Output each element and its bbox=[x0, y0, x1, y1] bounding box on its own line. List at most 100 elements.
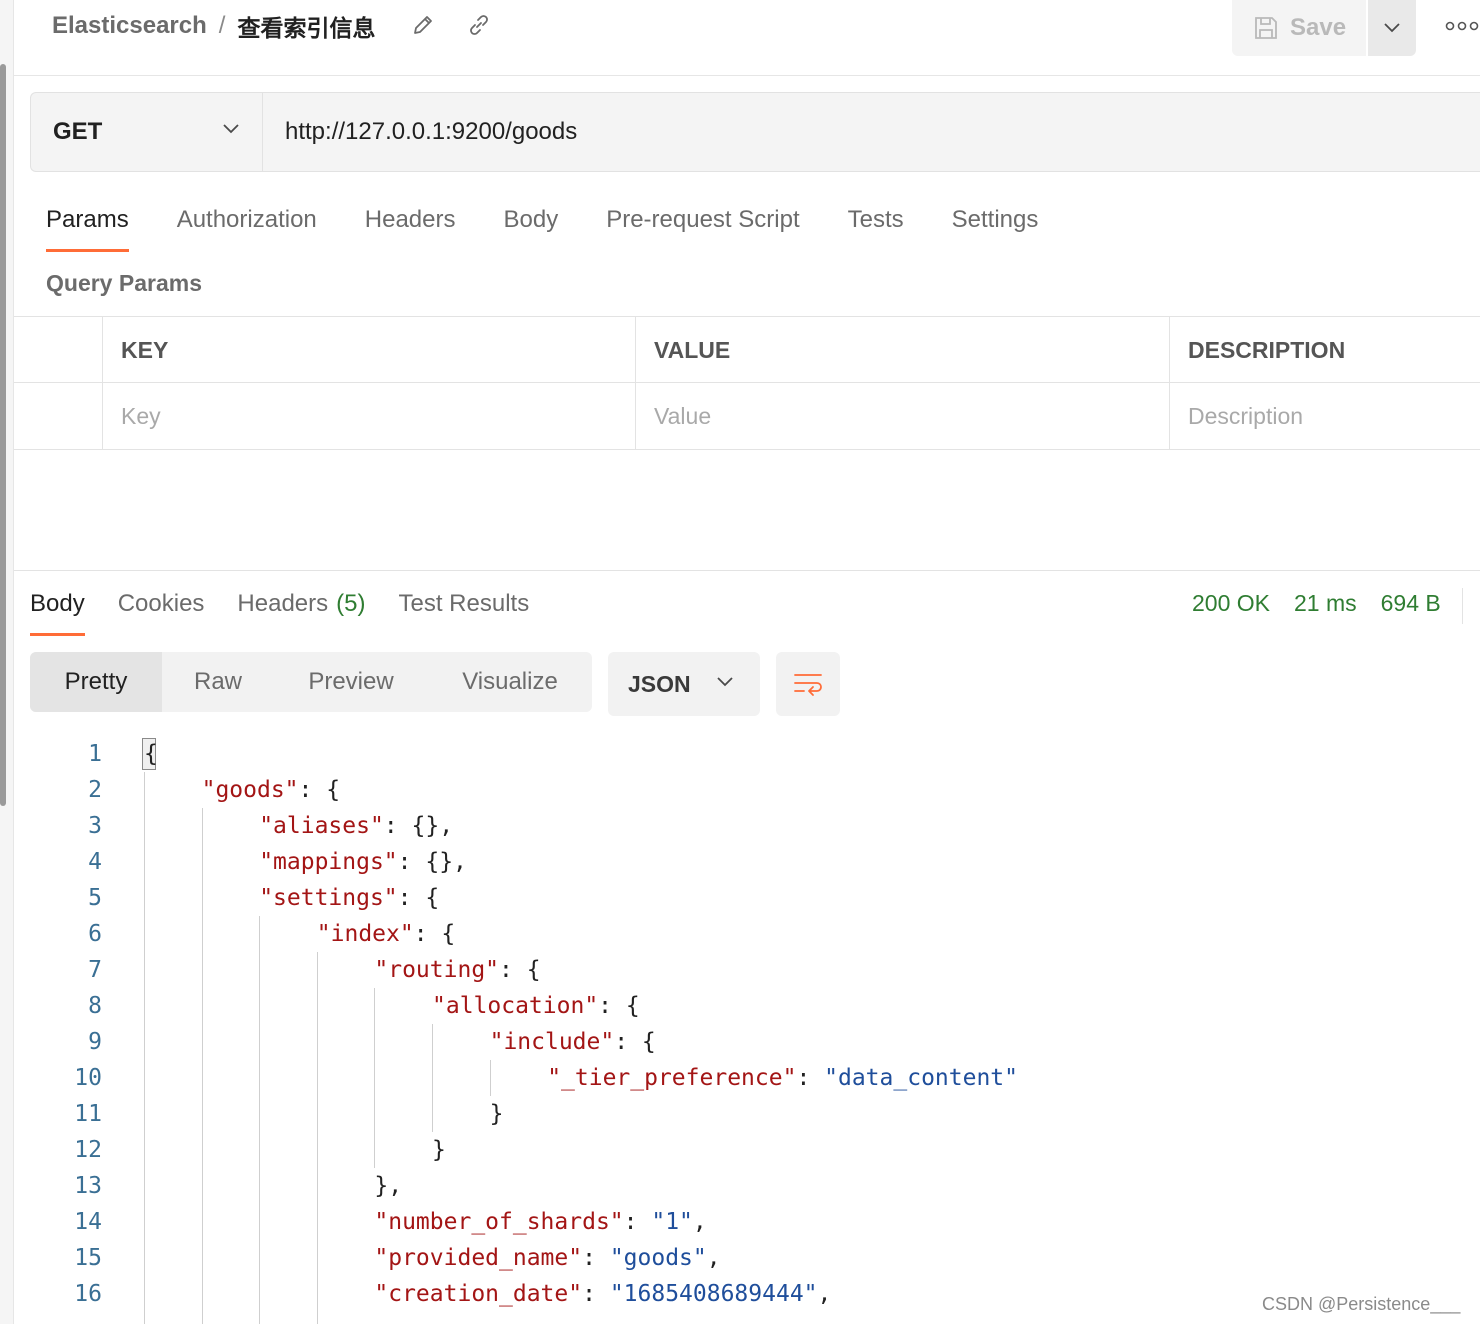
json-punctuation: : { bbox=[413, 921, 456, 947]
line-number: 9 bbox=[88, 1029, 102, 1055]
indent-guide bbox=[489, 1060, 491, 1096]
response-stats: 200 OK 21 ms 694 B bbox=[1192, 590, 1465, 617]
indent-guide bbox=[374, 988, 376, 1168]
method-label: GET bbox=[53, 118, 103, 145]
response-tab-headers[interactable]: Headers (5) bbox=[237, 586, 365, 636]
link-icon[interactable] bbox=[466, 12, 492, 38]
json-string: "1685408689444" bbox=[609, 1281, 818, 1307]
tab-label: Test Results bbox=[398, 590, 530, 617]
code-line: 9 "include": { bbox=[0, 1024, 1480, 1060]
tab-pre-request-script[interactable]: Pre-request Script bbox=[606, 200, 799, 252]
json-string: "goods" bbox=[609, 1245, 707, 1271]
indent-guide bbox=[259, 916, 261, 1324]
line-number: 7 bbox=[88, 957, 102, 983]
indent-guide bbox=[144, 772, 145, 1324]
more-options-button[interactable] bbox=[1444, 14, 1480, 38]
json-punctuation: : bbox=[796, 1065, 825, 1091]
code-text: "goods": { bbox=[202, 772, 340, 808]
save-label: Save bbox=[1290, 14, 1347, 41]
json-string: "data_content" bbox=[824, 1065, 1019, 1091]
description-input[interactable]: Description bbox=[1169, 383, 1480, 449]
response-size[interactable]: 694 B bbox=[1381, 590, 1441, 617]
json-key: "number_of_shards" bbox=[374, 1209, 624, 1235]
wrap-lines-button[interactable] bbox=[776, 652, 840, 716]
table-row: Key Value Description bbox=[14, 383, 1480, 449]
indent-guide bbox=[316, 952, 318, 1324]
save-dropdown-button[interactable] bbox=[1368, 0, 1416, 56]
json-key: "provided_name" bbox=[374, 1245, 583, 1271]
tab-headers[interactable]: Headers bbox=[365, 200, 456, 252]
code-line: 5 "settings": { bbox=[0, 880, 1480, 916]
json-punctuation: } bbox=[489, 1101, 504, 1127]
tab-settings[interactable]: Settings bbox=[952, 200, 1039, 252]
scrollbar[interactable] bbox=[0, 64, 6, 806]
line-number: 6 bbox=[88, 921, 102, 947]
column-header-key: KEY bbox=[102, 317, 635, 383]
response-tab-test-results[interactable]: Test Results bbox=[398, 586, 529, 636]
response-time[interactable]: 21 ms bbox=[1294, 590, 1357, 617]
json-key: "include" bbox=[489, 1029, 615, 1055]
code-text: "allocation": { bbox=[432, 988, 640, 1024]
json-punctuation: : { bbox=[397, 885, 440, 911]
code-text: }, bbox=[374, 1168, 402, 1204]
json-punctuation: : bbox=[623, 1209, 652, 1235]
indent-guide bbox=[201, 808, 203, 1324]
line-number: 12 bbox=[74, 1137, 102, 1163]
save-button[interactable]: Save bbox=[1232, 0, 1366, 56]
chevron-down-icon bbox=[223, 124, 239, 134]
query-params-table: KEY VALUE DESCRIPTION Key Value Descript… bbox=[14, 316, 1480, 450]
response-tab-body[interactable]: Body bbox=[30, 586, 85, 636]
view-mode-visualize[interactable]: Visualize bbox=[428, 652, 592, 712]
url-input[interactable]: http://127.0.0.1:9200/goods bbox=[262, 92, 1480, 172]
value-input[interactable]: Value bbox=[635, 383, 1169, 449]
code-text: "creation_date": "1685408689444", bbox=[374, 1276, 831, 1312]
line-number: 13 bbox=[74, 1173, 102, 1199]
status-badge[interactable]: 200 OK bbox=[1192, 590, 1270, 617]
line-number: 14 bbox=[74, 1209, 102, 1235]
tab-authorization[interactable]: Authorization bbox=[177, 200, 317, 252]
format-select[interactable]: JSON bbox=[608, 652, 760, 716]
indent-guide bbox=[432, 1024, 433, 1132]
line-number: 1 bbox=[88, 741, 102, 767]
format-label: JSON bbox=[628, 670, 691, 697]
view-mode-raw[interactable]: Raw bbox=[162, 652, 274, 712]
json-key: "mappings" bbox=[259, 849, 398, 875]
json-punctuation: }, bbox=[374, 1173, 403, 1199]
code-line: 12} bbox=[0, 1132, 1480, 1168]
json-key: "allocation" bbox=[432, 993, 599, 1019]
line-number: 4 bbox=[88, 849, 102, 875]
code-text: "aliases": {}, bbox=[259, 808, 453, 844]
code-line: 1{ bbox=[0, 736, 1480, 772]
breadcrumb: Elasticsearch / 查看索引信息 bbox=[52, 10, 375, 42]
request-name[interactable]: 查看索引信息 bbox=[237, 9, 375, 43]
watermark: CSDN @Persistence___ bbox=[1262, 1294, 1461, 1314]
tab-body[interactable]: Body bbox=[504, 200, 559, 252]
response-tab-cookies[interactable]: Cookies bbox=[118, 586, 205, 636]
json-key: "index" bbox=[316, 921, 414, 947]
view-mode-preview[interactable]: Preview bbox=[274, 652, 428, 712]
code-text: "index": { bbox=[317, 916, 455, 952]
request-header: Elasticsearch / 查看索引信息 Save bbox=[14, 0, 1480, 76]
breadcrumb-collection[interactable]: Elasticsearch bbox=[52, 12, 207, 40]
code-line: 6 "index": { bbox=[0, 916, 1480, 952]
pencil-icon[interactable] bbox=[410, 12, 436, 38]
code-line: 11} bbox=[0, 1096, 1480, 1132]
code-text: { bbox=[144, 736, 158, 772]
method-select[interactable]: GET bbox=[30, 92, 262, 172]
json-punctuation: , bbox=[817, 1281, 832, 1307]
code-text: "settings": { bbox=[259, 880, 439, 916]
key-input[interactable]: Key bbox=[102, 383, 635, 449]
line-number: 3 bbox=[88, 813, 102, 839]
json-key: "routing" bbox=[374, 957, 500, 983]
json-key: "_tier_preference" bbox=[547, 1065, 797, 1091]
response-body-code[interactable]: 1{2 "goods": {3 "aliases": {}, 4 "mappings":… bbox=[0, 736, 1480, 1324]
json-key: "creation_date" bbox=[374, 1281, 583, 1307]
code-line: 10 "_tier_preference": "data_content" bbox=[0, 1060, 1480, 1096]
code-text: } bbox=[490, 1096, 504, 1132]
code-line: 4 "mappings": {}, bbox=[0, 844, 1480, 880]
line-number: 5 bbox=[88, 885, 102, 911]
view-mode-pretty[interactable]: Pretty bbox=[30, 652, 162, 712]
code-text: "_tier_preference": "data_content" bbox=[547, 1060, 1018, 1096]
tab-tests[interactable]: Tests bbox=[848, 200, 904, 252]
tab-params[interactable]: Params bbox=[46, 200, 129, 252]
